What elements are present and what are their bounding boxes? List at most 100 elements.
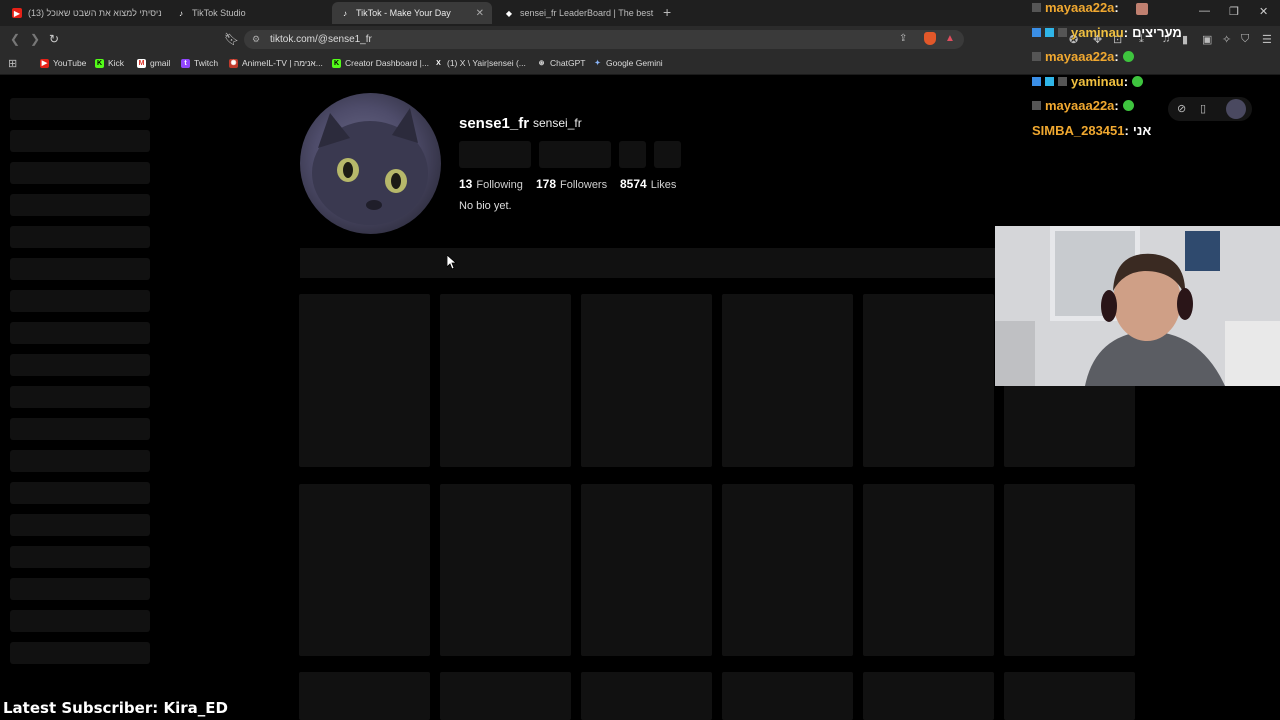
sidebar-skeleton	[10, 578, 150, 600]
address-bar[interactable]: ⚙ tiktok.com/@sense1_fr ⇪ ▲	[244, 30, 964, 49]
back-icon[interactable]: ❮	[10, 32, 20, 46]
tab-label: ניסיתי למצוא את השבט שאוכל (13)	[28, 8, 162, 18]
bookmark-gmail[interactable]: Mgmail	[137, 58, 170, 68]
tab-label: sensei_fr LeaderBoard | The best Cha	[520, 8, 656, 18]
video-card-skeleton[interactable]	[863, 672, 994, 720]
tab-tiktok-active[interactable]: ♪ TikTok - Make Your Day ✕	[332, 2, 492, 24]
chat-message: SIMBA_283451 : אני	[1032, 123, 1152, 138]
chat-badge-icon	[1032, 28, 1041, 37]
bookmark-creator-dashboard[interactable]: K Creator Dashboard |...	[332, 58, 429, 68]
youtube-icon: ▶	[12, 8, 22, 18]
sidebar-skeleton	[10, 546, 150, 568]
bookmark-twitch[interactable]: t Twitch	[181, 58, 218, 68]
avatar[interactable]	[300, 93, 441, 234]
video-card-skeleton[interactable]	[863, 484, 994, 656]
kick-icon: K	[332, 58, 341, 68]
video-card-skeleton[interactable]	[722, 484, 853, 656]
tab-leaderboard[interactable]: ◆ sensei_fr LeaderBoard | The best Cha	[496, 2, 656, 24]
video-card-skeleton[interactable]	[440, 672, 571, 720]
bookmark-icon[interactable]: 🔖︎	[224, 32, 239, 46]
webcam-image	[995, 226, 1280, 386]
restore-icon[interactable]: ❐	[1229, 5, 1239, 18]
leo-icon[interactable]: ✧	[1222, 33, 1231, 46]
close-window-icon[interactable]: ✕	[1259, 5, 1268, 18]
reload-icon[interactable]: ↻	[49, 32, 59, 46]
phone-icon[interactable]: ▯	[1200, 102, 1206, 115]
sidebar-icon[interactable]: ▮	[1182, 33, 1188, 46]
chat-message: mayaaa22a :	[1032, 98, 1134, 113]
share-icon[interactable]: ⇪	[899, 33, 907, 44]
sidebar-skeleton	[10, 194, 150, 216]
tiktok-icon: ♪	[343, 8, 347, 18]
emote-icon	[1122, 100, 1134, 111]
video-card-skeleton[interactable]	[581, 672, 712, 720]
sidebar-skeleton	[10, 162, 150, 184]
following-stat[interactable]: 13 Following	[459, 177, 523, 191]
message-button-skeleton[interactable]	[539, 141, 611, 168]
chat-badge-icon	[1032, 101, 1041, 110]
apps-icon[interactable]: ⊞	[8, 57, 17, 70]
sidebar-skeleton	[10, 642, 150, 664]
tab-tiktok-studio[interactable]: ♪ TikTok Studio	[168, 2, 328, 24]
bookmark-youtube[interactable]: ▶ YouTube	[40, 58, 86, 68]
chat-badge-icon	[1058, 28, 1067, 37]
brave-shield-icon[interactable]	[924, 32, 936, 45]
chatgpt-icon: ⊛	[538, 60, 545, 67]
sidebar-skeleton	[10, 354, 150, 376]
video-card-skeleton[interactable]	[1004, 672, 1135, 720]
video-card-skeleton[interactable]	[581, 294, 712, 467]
chat-badge-icon	[1032, 52, 1041, 61]
compass-icon[interactable]: ⊘	[1177, 102, 1186, 115]
x-icon: X	[436, 59, 441, 67]
close-tab-icon[interactable]: ✕	[476, 8, 484, 19]
bookmark-kick[interactable]: K Kick	[95, 58, 124, 68]
chat-message: yaminau :	[1032, 74, 1144, 89]
tab-label: TikTok Studio	[192, 8, 246, 18]
video-card-skeleton[interactable]	[440, 294, 571, 467]
share-skeleton[interactable]	[654, 141, 681, 168]
chat-badge-icon	[1058, 77, 1067, 86]
menu-icon[interactable]: ☰	[1262, 33, 1272, 46]
rewards-icon[interactable]: ▲	[945, 33, 955, 44]
animeil-icon: ✺	[229, 58, 238, 68]
forward-icon[interactable]: ❯	[30, 32, 40, 46]
tiktok-icon: ♪	[179, 8, 183, 18]
vpn-icon[interactable]: ⛉	[1241, 33, 1249, 46]
user-avatar[interactable]	[1226, 99, 1246, 119]
sidebar-skeleton	[10, 290, 150, 312]
mouse-cursor-icon	[447, 255, 457, 270]
video-card-skeleton[interactable]	[299, 294, 430, 467]
likes-stat: 8574 Likes	[620, 177, 677, 191]
bookmark-x[interactable]: X (1) X \ Yair|sensei (...	[434, 58, 526, 68]
video-card-skeleton[interactable]	[299, 484, 430, 656]
chat-message: yaminau : מעריצים	[1032, 25, 1182, 40]
wallet-icon[interactable]: ▣	[1202, 33, 1212, 46]
profile-username: sense1_fr	[459, 115, 530, 132]
minimize-icon[interactable]: —	[1199, 5, 1210, 17]
video-card-skeleton[interactable]	[581, 484, 712, 656]
video-card-skeleton[interactable]	[722, 294, 853, 467]
video-card-skeleton[interactable]	[440, 484, 571, 656]
video-card-skeleton[interactable]	[722, 672, 853, 720]
sidebar-skeleton	[10, 418, 150, 440]
site-settings-icon[interactable]: ⚙	[252, 34, 260, 45]
gemini-icon: ✦	[594, 60, 601, 67]
bookmark-gemini[interactable]: ✦ Google Gemini	[593, 58, 663, 68]
emote-icon	[1132, 76, 1144, 87]
video-card-skeleton[interactable]	[299, 672, 430, 720]
video-card-skeleton[interactable]	[863, 294, 994, 467]
bookmark-animeil[interactable]: ✺ AnimeIL-TV | אנימה...	[229, 58, 323, 68]
follow-button-skeleton[interactable]	[459, 141, 531, 168]
followers-stat[interactable]: 178 Followers	[536, 177, 607, 191]
video-card-skeleton[interactable]	[1004, 484, 1135, 656]
chat-badge-icon	[1032, 77, 1041, 86]
sidebar-skeleton	[10, 226, 150, 248]
new-tab-icon[interactable]: +	[663, 4, 671, 20]
emote-icon	[1122, 51, 1134, 62]
tab-label: TikTok - Make Your Day	[356, 8, 451, 18]
bookmark-chatgpt[interactable]: ⊛ ChatGPT	[537, 58, 586, 68]
add-friend-skeleton[interactable]	[619, 141, 646, 168]
tab-youtube[interactable]: ▶ ניסיתי למצוא את השבט שאוכל (13)	[4, 2, 164, 24]
sidebar-skeleton	[10, 130, 150, 152]
url-text[interactable]: tiktok.com/@sense1_fr	[270, 34, 372, 45]
